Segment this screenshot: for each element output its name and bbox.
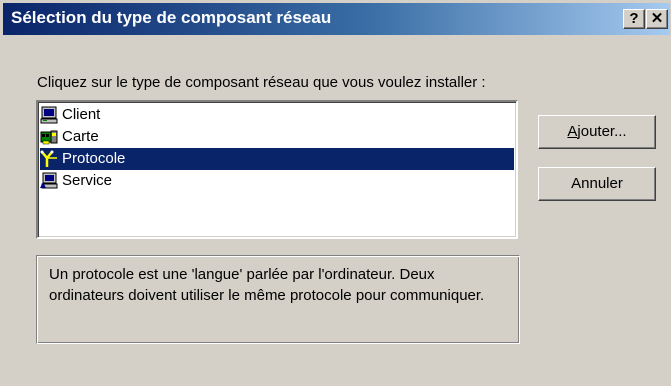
list-item-card[interactable]: Carte (40, 126, 514, 148)
description-text: Un protocole est une 'langue' parlée par… (49, 266, 485, 304)
list-item-label: Service (62, 172, 113, 189)
add-button-label: jouter... (577, 123, 627, 140)
add-button-accelerator: A (567, 123, 578, 140)
dialog-window: Sélection du type de composant réseau ? … (0, 0, 671, 386)
window-title: Sélection du type de composant réseau (11, 8, 332, 27)
component-type-list[interactable]: Client Carte Protocole Service (36, 100, 518, 239)
list-item-label: Carte (62, 128, 99, 145)
list-item-service[interactable]: Service (40, 170, 514, 192)
help-button[interactable]: ? (623, 9, 645, 29)
list-item-protocol[interactable]: Protocole (40, 148, 514, 170)
network-card-icon (40, 130, 58, 145)
service-icon (40, 172, 58, 189)
title-bar[interactable]: Sélection du type de composant réseau ? … (3, 3, 670, 35)
cancel-button[interactable]: Annuler (538, 167, 656, 201)
protocol-icon (40, 150, 57, 167)
add-button[interactable]: Ajouter... (538, 115, 656, 149)
description-box: Un protocole est une 'langue' parlée par… (36, 255, 520, 344)
list-item-label: Client (62, 106, 101, 123)
list-item-client[interactable]: Client (40, 104, 514, 126)
instruction-label: Cliquez sur le type de composant réseau … (37, 74, 486, 91)
list-item-label: Protocole (62, 150, 126, 167)
close-button[interactable]: ✕ (646, 9, 668, 29)
client-computer-icon (40, 106, 58, 124)
